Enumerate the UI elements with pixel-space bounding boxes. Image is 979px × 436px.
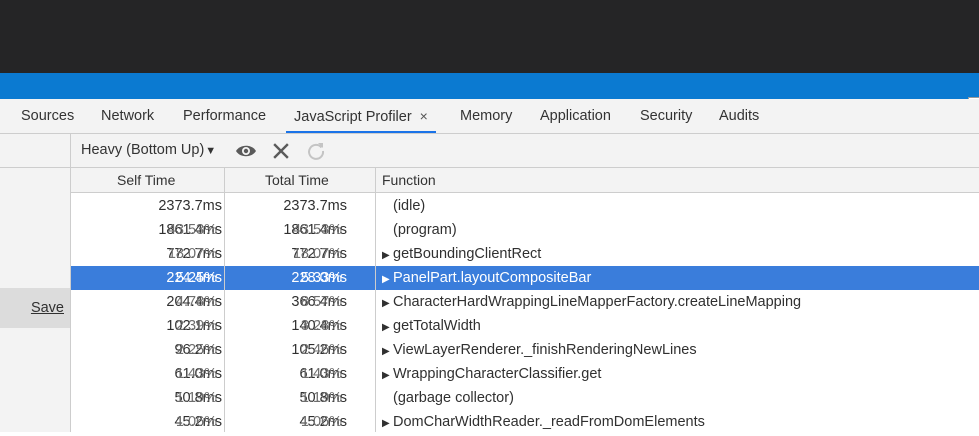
- editor-blue-bar: [0, 73, 979, 99]
- column-header-self-time[interactable]: Self Time: [117, 168, 175, 192]
- tab-network[interactable]: Network: [101, 99, 154, 133]
- function-name: (garbage collector): [393, 390, 514, 406]
- function-cell: (program): [382, 218, 457, 242]
- self-percent-cell: 4.78%: [175, 294, 217, 310]
- table-row[interactable]: 2373.7ms 2373.7ms (idle): [71, 194, 979, 218]
- self-percent-cell: 43.53%: [167, 222, 217, 238]
- expand-triangle-icon[interactable]: ▶: [382, 292, 393, 316]
- table-row[interactable]: 772.7ms 18.07% 772.7ms 18.07% ▶ getBoundi…: [71, 242, 979, 266]
- self-percent-cell: 18.07%: [167, 246, 217, 262]
- function-cell: ▶ PanelPart.layoutCompositeBar: [382, 266, 591, 290]
- column-divider: [224, 193, 225, 432]
- total-percent-cell: 1.19%: [300, 390, 342, 406]
- table-row[interactable]: 61.0ms 1.43% 61.0ms 1.43% ▶ WrappingChara…: [71, 362, 979, 386]
- function-name: getTotalWidth: [393, 318, 481, 334]
- function-cell: ▶ WrappingCharacterClassifier.get: [382, 362, 601, 386]
- table-row[interactable]: 102.1ms 2.39% 140.4ms 3.28% ▶ getTotalWid…: [71, 314, 979, 338]
- function-cell: ▶ CharacterHardWrappingLineMapperFactory.…: [382, 290, 801, 314]
- chevron-down-icon: ▼: [205, 145, 217, 157]
- self-percent-cell: 1.19%: [175, 390, 217, 406]
- function-name: (idle): [393, 198, 426, 214]
- devtools-tab-bar: Sources Network Performance JavaScript P…: [0, 99, 979, 134]
- self-percent-cell: 2.39%: [175, 318, 217, 334]
- function-cell: ▶ ViewLayerRenderer._finishRenderingNewLi…: [382, 338, 697, 362]
- table-row[interactable]: 45.2ms 1.06% 45.2ms 1.06% ▶ DomCharWidthR…: [71, 410, 979, 434]
- expand-triangle-icon[interactable]: ▶: [382, 364, 393, 388]
- tab-performance[interactable]: Performance: [183, 99, 266, 133]
- table-row[interactable]: 96.2ms 2.25% 105.2ms 2.46% ▶ ViewLayerRen…: [71, 338, 979, 362]
- profiles-sidebar: Save: [0, 134, 71, 432]
- function-cell: (garbage collector): [382, 386, 514, 410]
- self-percent-cell: 1.43%: [175, 366, 217, 382]
- tab-application[interactable]: Application: [540, 99, 611, 133]
- close-icon[interactable]: [270, 140, 292, 162]
- function-name: PanelPart.layoutCompositeBar: [393, 270, 592, 286]
- self-percent-cell: 1.06%: [175, 414, 217, 430]
- profiler-toolbar: Heavy (Bottom Up)▼: [71, 134, 979, 168]
- total-percent-cell: 5.33%: [300, 270, 342, 286]
- view-mode-select[interactable]: Heavy (Bottom Up)▼: [81, 134, 216, 168]
- tab-sources[interactable]: Sources: [21, 99, 74, 133]
- tab-memory[interactable]: Memory: [460, 99, 512, 133]
- column-divider: [375, 193, 376, 432]
- function-name: ViewLayerRenderer._finishRenderingNewLin…: [393, 342, 697, 358]
- function-cell: ▶ getTotalWidth: [382, 314, 481, 338]
- total-percent-cell: [288, 194, 342, 218]
- view-mode-label: Heavy (Bottom Up): [81, 142, 205, 158]
- eye-icon[interactable]: [235, 140, 257, 162]
- profile-item[interactable]: Save: [0, 288, 70, 328]
- sidebar-divider: [0, 167, 70, 168]
- column-divider: [224, 168, 225, 192]
- function-name: WrappingCharacterClassifier.get: [393, 366, 602, 382]
- column-header-total-time[interactable]: Total Time: [265, 168, 329, 192]
- total-percent-cell: 8.57%: [300, 294, 342, 310]
- total-percent-cell: 2.46%: [300, 342, 342, 358]
- close-tab-icon[interactable]: ×: [420, 108, 428, 124]
- expand-triangle-icon[interactable]: ▶: [382, 244, 393, 268]
- expand-triangle-icon[interactable]: ▶: [382, 268, 393, 292]
- tab-security[interactable]: Security: [640, 99, 692, 133]
- self-percent-cell: 2.25%: [175, 342, 217, 358]
- tab-audits[interactable]: Audits: [719, 99, 759, 133]
- profile-grid-header: Self Time Total Time Function: [71, 168, 979, 193]
- table-row[interactable]: 1861.4ms 43.53% 1861.4ms 43.53% (program…: [71, 218, 979, 242]
- expand-triangle-icon[interactable]: ▶: [382, 340, 393, 364]
- profile-grid-body: 2373.7ms 2373.7ms (idle) 1861.4ms 43.53%…: [71, 193, 979, 432]
- window-title-bar: [0, 0, 979, 73]
- self-percent-cell: [163, 194, 217, 218]
- total-percent-cell: 1.06%: [300, 414, 342, 430]
- expand-triangle-icon[interactable]: ▶: [382, 412, 393, 436]
- tab-javascript-profiler[interactable]: JavaScript Profiler ×: [286, 99, 436, 133]
- reload-icon[interactable]: [305, 140, 327, 162]
- table-row[interactable]: 204.4ms 4.78% 366.4ms 8.57% ▶ CharacterHa…: [71, 290, 979, 314]
- expand-triangle-icon[interactable]: ▶: [382, 316, 393, 340]
- total-percent-cell: 1.43%: [300, 366, 342, 382]
- function-cell: (idle): [382, 194, 425, 218]
- column-header-function[interactable]: Function: [382, 168, 436, 192]
- function-cell: ▶ DomCharWidthReader._readFromDomElements: [382, 410, 705, 434]
- total-percent-cell: 18.07%: [292, 246, 342, 262]
- column-divider: [375, 168, 376, 192]
- function-name: getBoundingClientRect: [393, 246, 542, 262]
- total-percent-cell: 3.28%: [300, 318, 342, 334]
- table-row[interactable]: 50.8ms 1.19% 50.8ms 1.19% (garbage colle…: [71, 386, 979, 410]
- tab-label: JavaScript Profiler: [294, 109, 412, 125]
- total-percent-cell: 43.53%: [292, 222, 342, 238]
- function-name: (program): [393, 222, 457, 238]
- self-percent-cell: 5.25%: [175, 270, 217, 286]
- function-cell: ▶ getBoundingClientRect: [382, 242, 541, 266]
- function-name: DomCharWidthReader._readFromDomElements: [393, 414, 705, 430]
- function-name: CharacterHardWrappingLineMapperFactory.c…: [393, 294, 802, 310]
- table-row-selected[interactable]: 224.4ms 5.25% 228.0ms 5.33% ▶ PanelPart.l…: [71, 266, 979, 290]
- save-link[interactable]: Save: [31, 288, 64, 328]
